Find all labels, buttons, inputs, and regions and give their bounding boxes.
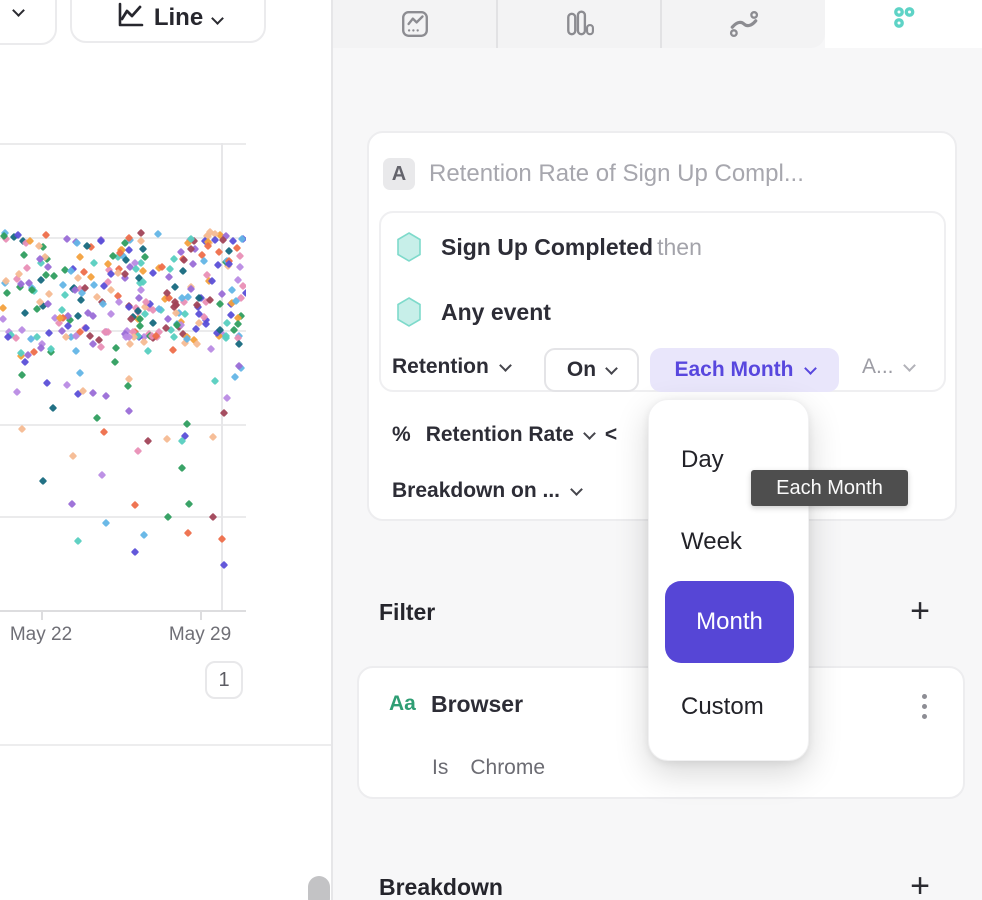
property-type-icon: Aa (389, 692, 416, 716)
interval-label: Each Month (675, 358, 794, 382)
line-chart-panel-icon (400, 9, 430, 39)
chevron-down-icon (12, 4, 25, 17)
breakdown-on-label: Breakdown on ... (392, 479, 560, 503)
query-title[interactable]: Retention Rate of Sign Up Compl... (429, 160, 804, 188)
horizontal-divider (0, 744, 331, 746)
tab-bar-chart[interactable] (498, 0, 660, 48)
breakdown-on-dropdown[interactable]: Breakdown on ... (392, 479, 581, 503)
app-window: May 22 May 29 1 Line (0, 0, 982, 900)
filter-operator: Is (432, 756, 448, 780)
cropped-dropdown-button[interactable] (0, 0, 57, 45)
comparator-label: < (605, 423, 617, 447)
chevron-down-icon (211, 12, 224, 25)
each-month-tooltip: Each Month (751, 470, 908, 506)
breakdown-heading: Breakdown (379, 874, 503, 900)
query-label-badge: A (383, 158, 415, 190)
tab-flow[interactable] (662, 0, 825, 48)
chart-type-line-button[interactable]: Line (70, 0, 266, 43)
filter-condition[interactable]: Is Chrome (432, 756, 545, 780)
event-hexagon-icon (395, 296, 423, 328)
vertical-divider (331, 0, 333, 900)
filter-heading: Filter (379, 599, 435, 626)
scatter-plot (0, 143, 246, 610)
event-suffix: then (657, 234, 702, 260)
flow-icon (728, 8, 760, 40)
add-filter-button[interactable]: + (905, 597, 935, 627)
chevron-down-icon (903, 359, 916, 372)
retention-dropdown[interactable]: Retention (392, 355, 510, 379)
pagination-badge[interactable]: 1 (205, 661, 243, 699)
percent-icon: % (392, 423, 411, 447)
filter-kebab-menu[interactable] (922, 694, 927, 719)
chevron-down-icon (570, 483, 583, 496)
chevron-down-icon (605, 362, 618, 375)
interval-dropdown-menu: Day Week Month Custom (648, 399, 809, 761)
metric-dropdown[interactable]: % Retention Rate < (392, 423, 617, 447)
line-chart-icon (114, 0, 144, 30)
actual-truncated-label: A... (862, 355, 894, 379)
event-name: Any event (441, 299, 551, 326)
event-hexagon-icon (395, 231, 423, 263)
menu-item-month-selected[interactable]: Month (665, 581, 794, 663)
menu-item-day[interactable]: Day (681, 446, 724, 474)
metric-label: Retention Rate (426, 423, 574, 447)
x-axis-label-may22: May 22 (0, 624, 83, 646)
on-label: On (567, 358, 596, 382)
event-row-1[interactable]: Sign Up Completedthen (395, 231, 702, 263)
menu-item-week[interactable]: Week (681, 528, 742, 556)
retention-dots-icon (889, 3, 919, 33)
chevron-down-icon (804, 362, 817, 375)
filter-value: Chrome (470, 756, 545, 780)
add-breakdown-button[interactable]: + (905, 872, 935, 900)
line-button-label: Line (154, 4, 203, 32)
event-row-2[interactable]: Any event (395, 296, 551, 328)
retention-label: Retention (392, 355, 489, 379)
scrollbar-thumb[interactable] (308, 876, 330, 900)
chevron-down-icon (499, 359, 512, 372)
tab-line-chart[interactable] (333, 0, 496, 48)
event-name: Sign Up Completed (441, 234, 653, 260)
bar-chart-icon (564, 9, 594, 39)
on-dropdown-button[interactable]: On (544, 348, 639, 392)
tab-retention-selected[interactable] (825, 0, 982, 48)
filter-property-label[interactable]: Browser (431, 691, 523, 718)
chevron-down-icon (583, 427, 596, 440)
interval-dropdown-button[interactable]: Each Month (650, 348, 839, 392)
menu-item-custom[interactable]: Custom (681, 693, 764, 721)
x-axis-label-may29: May 29 (158, 624, 242, 646)
actual-dropdown[interactable]: A... (862, 355, 914, 379)
